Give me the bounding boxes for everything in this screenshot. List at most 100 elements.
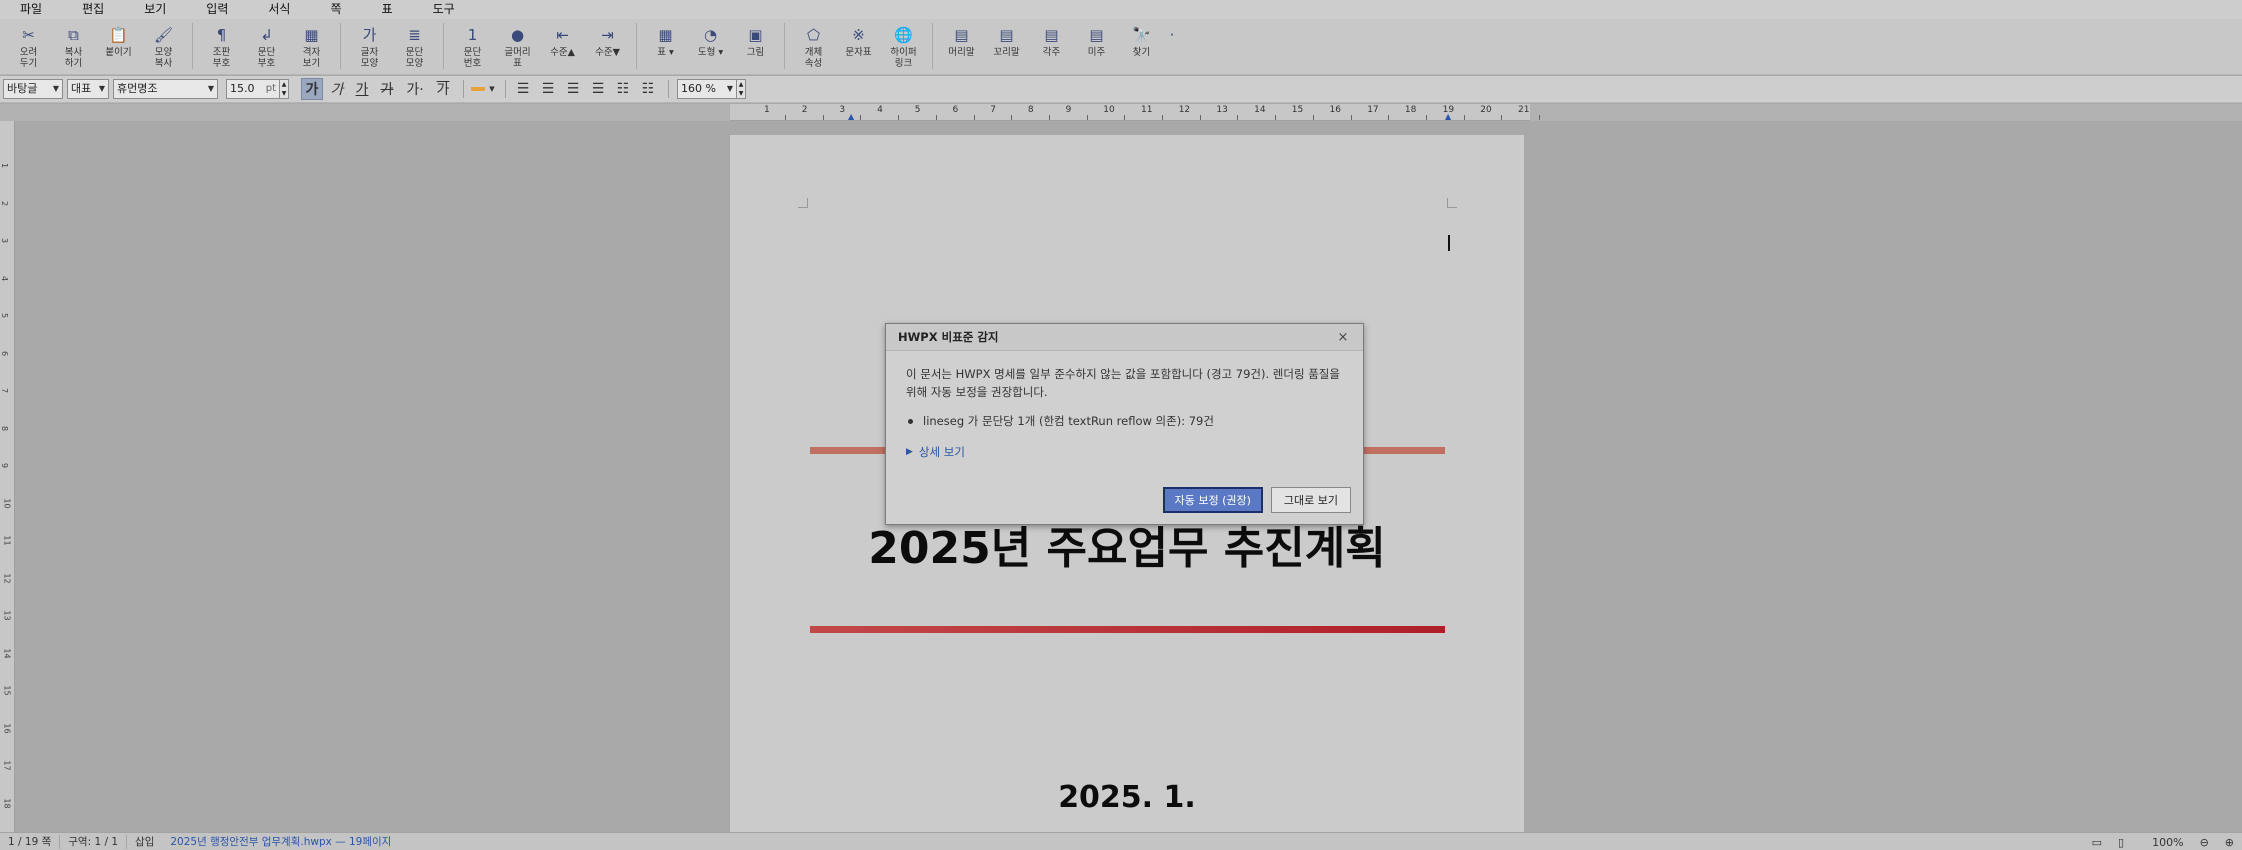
document-date: 2025. 1. [1058, 780, 1196, 815]
paragraph-marks-button[interactable]: ↲ 문단 부호 [244, 19, 289, 71]
ruler-tick-label: 9 [1065, 105, 1072, 115]
highlight-color-button[interactable]: ▼ [470, 78, 496, 100]
menu-tools[interactable]: 도구 [413, 0, 475, 19]
align-center-button[interactable]: ☰ [537, 78, 559, 100]
endnote-button[interactable]: ▤ 미주 [1074, 19, 1119, 71]
symbol-button[interactable]: ※ 문자표 [836, 19, 881, 71]
italic-button[interactable]: 가 [326, 78, 348, 100]
ruler-tick-label: 16 [1329, 105, 1341, 115]
ruler-tick [1463, 115, 1465, 120]
menu-format[interactable]: 서식 [248, 0, 310, 19]
align-right-button[interactable]: ☰ [562, 78, 584, 100]
shapes-button[interactable]: ◔ 도형 ▾ [688, 19, 733, 71]
grid-view-button[interactable]: ▦ 격자 보기 [289, 19, 334, 71]
zoom-in-icon[interactable]: ⊕ [2225, 836, 2234, 849]
horizontal-ruler[interactable]: 1 2 3 4 5 6 7 8 9 10 11 12 13 14 15 16 17 18 19 20 21 ▲ ▲ [730, 104, 1540, 121]
menu-table[interactable]: 표 [362, 0, 413, 19]
ruler-tick [1162, 115, 1163, 120]
menu-view[interactable]: 보기 [124, 0, 186, 19]
paste-button[interactable]: 📋 붙이기 [96, 19, 141, 71]
status-zoom[interactable]: 100% [2152, 836, 2183, 849]
font-select[interactable]: 휴먼명조 ▼ [113, 79, 218, 99]
style-select[interactable]: 바탕글 ▼ [3, 79, 63, 99]
menu-insert[interactable]: 입력 [186, 0, 248, 19]
vruler-tick-label: 3 [0, 237, 10, 244]
vertical-ruler[interactable]: 1 2 3 4 5 6 7 8 9 10 11 12 13 14 15 16 17 18 [0, 121, 15, 832]
ruler-tick-label: 18 [1404, 105, 1417, 115]
toolbar-more-button[interactable]: · [1164, 19, 1180, 71]
normal-view-icon[interactable]: ▭ [2092, 836, 2102, 849]
details-toggle[interactable]: ▶ 상세 보기 [906, 444, 1343, 460]
indent-button[interactable]: ⇥ 수준▼ [585, 19, 630, 71]
dialog-body: 이 문서는 HWPX 명세를 일부 준수하지 않는 값을 포함합니다 (경고 7… [886, 351, 1363, 460]
scissors-icon: ✂ [22, 25, 35, 44]
show-marks-button[interactable]: ¶ 조판 부호 [199, 19, 244, 71]
format-bar: 바탕글 ▼ 대표 ▼ 휴먼명조 ▼ 15.0 pt ▲ ▼ 가 가 가 가 가· 가 ▼ … [0, 76, 2242, 103]
underline-button[interactable]: 가 [351, 78, 373, 100]
outdent-button[interactable]: ⇤ 수준▲ [540, 19, 585, 71]
picture-button[interactable]: ▣ 그림 [733, 19, 778, 71]
hyperlink-button[interactable]: 🌐 하이퍼 링크 [881, 19, 926, 71]
up-arrow-icon[interactable]: ▲ [280, 80, 288, 89]
toolbar-separator [192, 23, 193, 69]
cut-button[interactable]: ✂ 오려 두기 [6, 19, 51, 71]
header-button[interactable]: ▤ 머리말 [939, 19, 984, 71]
toolbar-separator [636, 23, 637, 69]
distribute-button[interactable]: ☷ [612, 78, 634, 100]
right-margin-marker[interactable]: ▲ [1445, 112, 1451, 121]
format-separator [505, 80, 506, 98]
align-justify-button[interactable]: ☰ [587, 78, 609, 100]
ruler-tick-label: 13 [1216, 105, 1228, 115]
status-right: ▭ ▯ 100% ⊖ ⊕ [2084, 833, 2242, 850]
menu-file[interactable]: 파일 [0, 0, 62, 19]
symbol-icon: ※ [852, 25, 865, 44]
down-arrow-icon[interactable]: ▼ [280, 89, 288, 98]
ruler-tick-label: 2 [801, 105, 808, 115]
up-arrow-icon[interactable]: ▲ [737, 80, 745, 89]
format-painter-button[interactable]: 🖌 모양 복사 [141, 19, 186, 71]
indent-marker[interactable]: ▲ [848, 112, 854, 121]
menu-page[interactable]: 쪽 [310, 0, 361, 19]
object-props-button[interactable]: ⬠ 개체 속성 [791, 19, 836, 71]
close-icon[interactable]: × [1335, 330, 1351, 345]
find-button[interactable]: 🔭 찾기 [1119, 19, 1164, 71]
footer-button[interactable]: ▤ 꼬리말 [984, 19, 1029, 71]
bold-button[interactable]: 가 [301, 78, 323, 100]
font-size-stepper[interactable]: ▲ ▼ [279, 79, 289, 99]
page-view-icon[interactable]: ▯ [2118, 836, 2124, 849]
page-indicator[interactable]: 1 / 19 쪽 [0, 834, 61, 849]
menu-edit[interactable]: 편집 [62, 0, 124, 19]
chevron-down-icon: ▼ [98, 84, 105, 93]
char-shape-button[interactable]: 가 글자 모양 [347, 19, 392, 71]
down-arrow-icon[interactable]: ▼ [737, 89, 745, 98]
insert-mode-indicator[interactable]: 삽입 [127, 835, 162, 849]
ruler-tick [860, 115, 862, 120]
ruby-button[interactable]: 가 [432, 78, 454, 100]
decorative-line-bottom [810, 626, 1445, 633]
zoom-out-icon[interactable]: ⊖ [2200, 836, 2209, 849]
strikethrough-button[interactable]: 가 [376, 78, 398, 100]
zoom-stepper[interactable]: ▲ ▼ [736, 79, 746, 99]
divide-button[interactable]: ☷ [637, 78, 659, 100]
bullet-icon [908, 418, 913, 424]
dialog-title: HWPX 비표준 감지 [898, 330, 999, 344]
bullet-button[interactable]: ● 글머리 표 [495, 19, 540, 71]
align-left-button[interactable]: ☰ [512, 78, 534, 100]
auto-fix-button[interactable]: 자동 보정 (권장) [1162, 487, 1263, 513]
copy-button[interactable]: ⧉ 복사 하기 [51, 19, 96, 71]
ruler-tick-label: 1 [764, 105, 770, 115]
align-left-icon: ☰ [516, 81, 530, 97]
table-icon: ▦ [658, 25, 673, 44]
numbering-button[interactable]: 1 문단 번호 [450, 19, 495, 71]
picture-icon: ▣ [748, 25, 763, 44]
view-as-is-button[interactable]: 그대로 보기 [1270, 487, 1351, 513]
footnote-button[interactable]: ▤ 각주 [1029, 19, 1074, 71]
file-name: 2025년 행정안전부 업무계획.hwpx — 19페이지 [170, 835, 392, 848]
language-select[interactable]: 대표 ▼ [67, 79, 109, 99]
font-color-button[interactable]: 가· [401, 78, 429, 100]
font-size-input[interactable]: 15.0 pt [226, 79, 280, 99]
text-cursor [1448, 235, 1450, 251]
table-button[interactable]: ▦ 표 ▾ [643, 19, 688, 71]
zoom-select[interactable]: 160 % ▼ [677, 79, 737, 99]
para-shape-button[interactable]: ≣ 문단 모양 [392, 19, 437, 71]
